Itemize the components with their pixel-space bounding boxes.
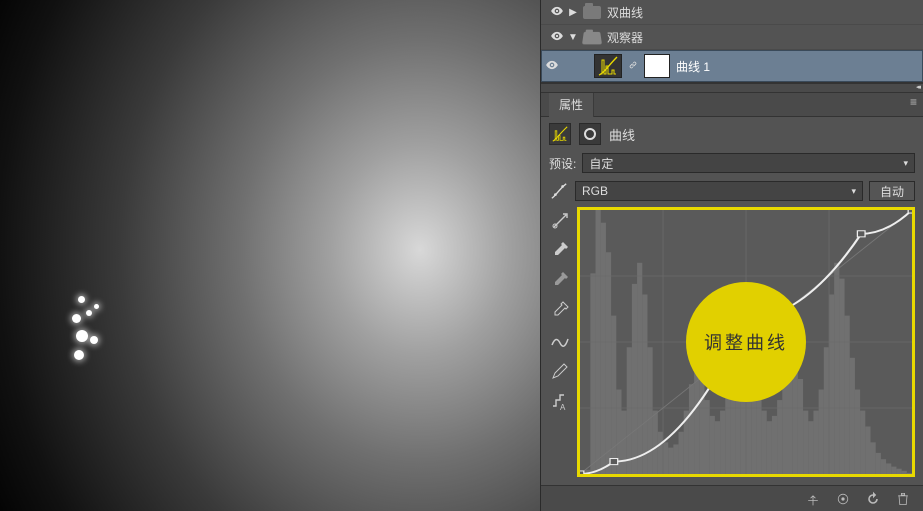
curves-tool-column: A <box>549 207 571 477</box>
layers-panel: ▶ 双曲线 ▼ 观察器 <box>541 0 923 83</box>
pencil-mode-icon[interactable] <box>550 361 570 381</box>
preset-select[interactable]: 自定 ▾ <box>582 153 915 173</box>
tab-label: 属性 <box>559 96 583 113</box>
chevron-updown-icon: ▾ <box>903 158 908 169</box>
right-panels: ▶ 双曲线 ▼ 观察器 <box>540 0 923 511</box>
eyedropper-black-icon[interactable] <box>550 241 570 261</box>
view-previous-icon[interactable] <box>833 489 853 509</box>
earring-highlight <box>72 296 110 366</box>
auto-button[interactable]: 自动 <box>869 181 915 201</box>
mask-mode-icon[interactable] <box>579 123 601 145</box>
trash-icon[interactable] <box>893 489 913 509</box>
auto-label: 自动 <box>880 183 904 200</box>
curves-area: A 调整曲线 <box>549 207 915 477</box>
channel-row: RGB ▾ 自动 <box>549 181 915 201</box>
layer-group-label: 双曲线 <box>607 4 643 21</box>
adjustment-thumbnail <box>594 54 622 78</box>
layer-group-label: 观察器 <box>607 29 643 46</box>
layer-group-row-2[interactable]: ▼ 观察器 <box>541 25 923 50</box>
property-title: 曲线 <box>609 125 635 144</box>
chevron-updown-icon: ▾ <box>851 186 856 197</box>
app-root: ▶ 双曲线 ▼ 观察器 <box>0 0 923 511</box>
folder-icon <box>583 6 601 19</box>
reset-icon[interactable] <box>863 489 883 509</box>
disclosure-down-icon[interactable]: ▼ <box>567 32 579 43</box>
channel-select[interactable]: RGB ▾ <box>575 181 863 201</box>
curves-adjustment-icon <box>549 123 571 145</box>
property-header: 曲线 <box>549 123 915 145</box>
preset-row: 预设: 自定 ▾ <box>549 153 915 173</box>
layer-label: 曲线 1 <box>676 58 710 75</box>
svg-text:A: A <box>560 403 566 411</box>
folder-open-icon <box>582 31 602 43</box>
preset-label: 预设: <box>549 155 576 172</box>
layer-mask-thumbnail[interactable] <box>644 54 670 78</box>
tab-properties[interactable]: 属性 <box>549 93 594 117</box>
point-mode-icon[interactable] <box>549 181 569 201</box>
visibility-icon[interactable] <box>547 4 567 21</box>
link-icon[interactable] <box>626 58 640 75</box>
layer-group-row-1[interactable]: ▶ 双曲线 <box>541 0 923 25</box>
layer-curves-row[interactable]: 曲线 1 <box>541 50 923 82</box>
visibility-icon[interactable] <box>542 58 562 75</box>
curves-graph[interactable]: 调整曲线 <box>577 207 915 477</box>
eyedropper-gray-icon[interactable] <box>550 271 570 291</box>
smooth-icon[interactable]: A <box>550 391 570 411</box>
properties-tab-bar: 属性 ≡ <box>541 93 923 117</box>
eyedropper-white-icon[interactable] <box>550 301 570 321</box>
clip-to-layer-icon[interactable] <box>803 489 823 509</box>
disclosure-right-icon[interactable]: ▶ <box>567 7 579 18</box>
canvas[interactable] <box>0 0 540 511</box>
properties-panel: 曲线 预设: 自定 ▾ RGB ▾ 自动 <box>541 117 923 485</box>
preset-value: 自定 <box>589 155 613 172</box>
annotation-badge: 调整曲线 <box>686 282 806 402</box>
curve-mode-icon[interactable] <box>550 331 570 351</box>
visibility-icon[interactable] <box>547 29 567 46</box>
target-adjust-icon[interactable] <box>550 211 570 231</box>
annotation-text: 调整曲线 <box>704 329 788 355</box>
panel-collapse-bar[interactable] <box>541 83 923 93</box>
channel-value: RGB <box>582 184 608 198</box>
properties-footer <box>541 485 923 511</box>
panel-menu-icon[interactable]: ≡ <box>910 99 917 105</box>
